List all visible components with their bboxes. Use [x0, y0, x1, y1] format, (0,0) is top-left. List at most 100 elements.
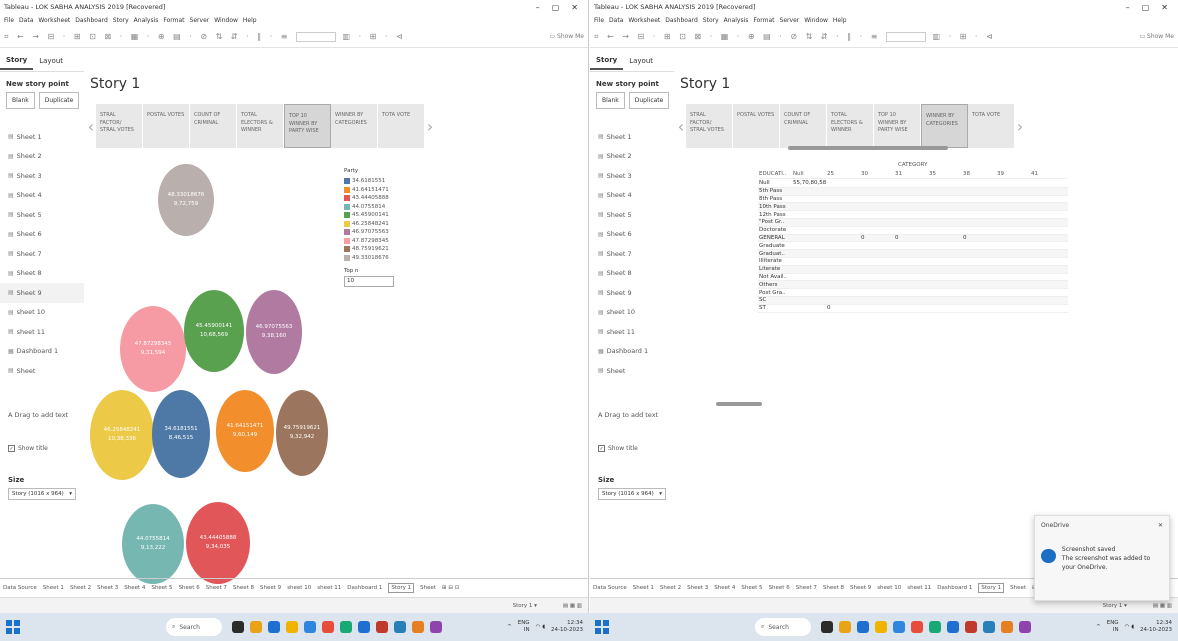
search-box[interactable]: ⌕ Search: [166, 618, 222, 636]
taskbar-app-icon[interactable]: [947, 621, 959, 633]
onedrive-toast[interactable]: OneDrive ✕ Screenshot saved The screensho…: [1034, 515, 1170, 601]
sheet-item[interactable]: ▤ Sheet 8: [0, 264, 84, 284]
sheet-tab[interactable]: Sheet 4: [124, 585, 145, 591]
menu-item-analysis[interactable]: Analysis: [724, 17, 749, 24]
sheet-item[interactable]: ▤ sheet 11: [0, 322, 84, 342]
taskbar-app-icon[interactable]: [911, 621, 923, 633]
taskbar-app-icon[interactable]: [340, 621, 352, 633]
chevron-up-icon[interactable]: ^: [1096, 624, 1101, 630]
sheet-item[interactable]: ▤ Sheet 6: [0, 225, 84, 245]
clock[interactable]: 12:34 24-10-2023: [551, 620, 583, 634]
story-point-tab[interactable]: POSTAL VOTES: [733, 104, 780, 148]
chevron-left-icon[interactable]: ‹: [676, 104, 686, 148]
view-icons[interactable]: ▤ ▦ ▥: [563, 603, 582, 609]
sheet-tab[interactable]: Sheet 7: [796, 585, 817, 591]
taskbar-app-icon[interactable]: [322, 621, 334, 633]
menu-item-dashboard[interactable]: Dashboard: [665, 17, 698, 24]
taskbar-app-icon[interactable]: [358, 621, 370, 633]
taskbar-app-icon[interactable]: [983, 621, 995, 633]
taskbar-app-icon[interactable]: [965, 621, 977, 633]
menu-item-server[interactable]: Server: [780, 17, 800, 24]
taskbar-app-icon[interactable]: [857, 621, 869, 633]
sheet-item[interactable]: ▤ Sheet 3: [0, 166, 84, 186]
menu-item-format[interactable]: Format: [753, 17, 774, 24]
sheet-tab[interactable]: Sheet 9: [850, 585, 871, 591]
bubble-mark[interactable]: 46.97075563 9,38,160: [246, 290, 302, 374]
toolbar-icons-2[interactable]: ▥ · ⊞ · ⊲: [932, 32, 995, 41]
taskbar-app-icon[interactable]: [412, 621, 424, 633]
sheet-item[interactable]: ▤ Sheet 6: [590, 225, 674, 245]
menu-item-file[interactable]: File: [4, 17, 14, 24]
legend-item[interactable]: 34.6181551: [344, 177, 394, 186]
sheet-tab[interactable]: Sheet 7: [206, 585, 227, 591]
bubble-mark[interactable]: 48.33018676 9,72,759: [158, 164, 214, 236]
bubble-mark[interactable]: 49.75919621 9,32,942: [276, 390, 328, 476]
taskbar-app-icon[interactable]: [394, 621, 406, 633]
legend-item[interactable]: 46.97075563: [344, 228, 394, 237]
legend-item[interactable]: 44.0755814: [344, 203, 394, 212]
show-title-checkbox[interactable]: ✓ Show title: [0, 419, 84, 452]
sheet-tab[interactable]: Sheet 8: [823, 585, 844, 591]
menu-item-data[interactable]: Data: [19, 17, 33, 24]
sheet-tab[interactable]: Sheet: [1010, 585, 1026, 591]
sheet-tab[interactable]: sheet 11: [907, 585, 931, 591]
bubble-mark[interactable]: 44.0755814 9,13,222: [122, 504, 184, 584]
menu-item-dashboard[interactable]: Dashboard: [75, 17, 108, 24]
toolbar-icons[interactable]: ⌗ ← → ⊟ · ⊞ ⊡ ⊠ · ▦ · ⊕ ▤ · ⊘ ⇅ ⇵ · ∥ · …: [594, 32, 880, 42]
start-icon[interactable]: [6, 620, 20, 634]
show-title-checkbox[interactable]: ✓ Show title: [590, 419, 674, 452]
sheet-item[interactable]: ▤ Sheet 4: [590, 186, 674, 206]
size-dropdown[interactable]: Story (1016 x 964) ▾: [8, 487, 76, 500]
sheet-item[interactable]: ▤ Sheet 7: [590, 244, 674, 264]
sheet-tab[interactable]: sheet 10: [877, 585, 901, 591]
taskbar-app-icon[interactable]: [875, 621, 887, 633]
sheet-item[interactable]: ▤ Sheet: [0, 361, 84, 381]
horizontal-scrollbar[interactable]: [716, 402, 762, 406]
sheet-item[interactable]: ▤ Sheet 7: [0, 244, 84, 264]
chevron-up-icon[interactable]: ^: [507, 624, 512, 630]
tab-story[interactable]: Story: [0, 52, 34, 70]
legend-item[interactable]: 45.45900141: [344, 211, 394, 220]
story-point-tab[interactable]: TOTA VOTE: [378, 104, 425, 148]
taskbar-app-icon[interactable]: [250, 621, 262, 633]
minimize-icon[interactable]: –: [1126, 3, 1130, 12]
sheet-item[interactable]: ▦ Dashboard 1: [0, 342, 84, 362]
show-me-button[interactable]: ▭ Show Me: [1139, 33, 1174, 40]
legend-item[interactable]: 41.64151471: [344, 186, 394, 195]
menu-item-analysis[interactable]: Analysis: [134, 17, 159, 24]
sheet-tab[interactable]: Sheet 8: [233, 585, 254, 591]
sheet-item[interactable]: ▤ sheet 10: [0, 303, 84, 323]
sheet-tab[interactable]: Sheet 2: [660, 585, 681, 591]
nav-scrollbar[interactable]: [788, 146, 948, 150]
menu-item-data[interactable]: Data: [609, 17, 623, 24]
new-sheet-icon[interactable]: ⊞ ⊟ ⊡: [442, 585, 459, 591]
sheet-item[interactable]: ▤ Sheet: [590, 361, 674, 381]
menu-item-format[interactable]: Format: [163, 17, 184, 24]
sheet-tab[interactable]: Dashboard 1: [347, 585, 382, 591]
story-point-tab[interactable]: TOTA VOTE: [968, 104, 1015, 148]
sheet-tab[interactable]: sheet 11: [317, 585, 341, 591]
close-icon[interactable]: ✕: [1161, 3, 1168, 12]
sheet-tab[interactable]: Sheet 5: [151, 585, 172, 591]
tab-layout[interactable]: Layout: [33, 53, 69, 69]
drag-to-add-text[interactable]: A Drag to add text: [0, 381, 84, 419]
chevron-right-icon[interactable]: ›: [425, 104, 435, 148]
blank-button[interactable]: Blank: [6, 92, 35, 109]
sheet-tab[interactable]: Sheet 1: [43, 585, 64, 591]
sheet-item[interactable]: ▤ Sheet 9: [0, 283, 84, 303]
bubble-mark[interactable]: 43.44405888 9,34,035: [186, 502, 250, 584]
sheet-tab[interactable]: Story 1: [388, 583, 415, 593]
menu-item-worksheet[interactable]: Worksheet: [628, 17, 660, 24]
sheet-tab[interactable]: Sheet 6: [179, 585, 200, 591]
sheet-tab[interactable]: Sheet 5: [741, 585, 762, 591]
menu-item-worksheet[interactable]: Worksheet: [38, 17, 70, 24]
bubble-mark[interactable]: 41.64151471 9,60,149: [216, 390, 274, 472]
story-point-tab[interactable]: COUNT OF CRIMINAL: [780, 104, 827, 148]
bubble-mark[interactable]: 47.87298345 9,31,594: [120, 306, 186, 392]
sheet-item[interactable]: ▤ Sheet 8: [590, 264, 674, 284]
menu-item-window[interactable]: Window: [214, 17, 238, 24]
legend-item[interactable]: 49.33018676: [344, 254, 394, 263]
legend-item[interactable]: 46.25848241: [344, 220, 394, 229]
close-icon[interactable]: ✕: [571, 3, 578, 12]
bubble-mark[interactable]: 46.25848241 10,38,336: [90, 390, 154, 480]
